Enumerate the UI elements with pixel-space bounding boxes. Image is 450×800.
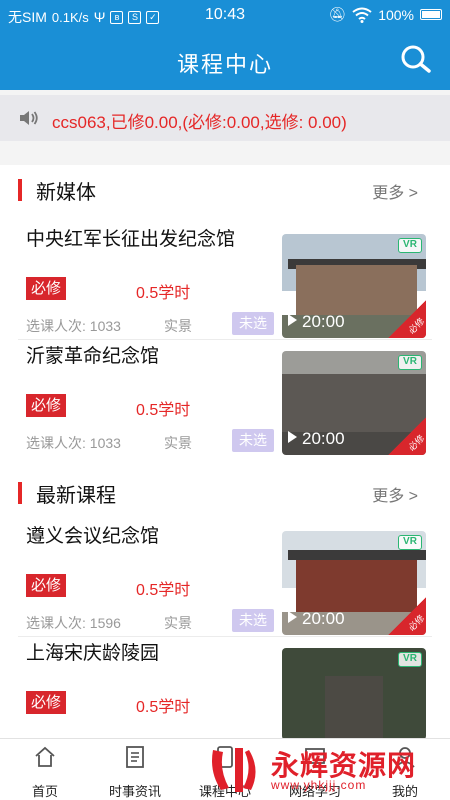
watermark-logo <box>212 748 256 792</box>
section-new-media: 新媒体 更多 > 中央红军长征出发纪念馆 必修 0.5学时 选课人次: 1033… <box>0 165 450 465</box>
select-state-button[interactable]: 未选 <box>232 609 274 632</box>
thumb-building <box>325 675 383 740</box>
course-title: 上海宋庆龄陵园 <box>26 643 160 664</box>
required-badge: 必修 <box>26 691 66 714</box>
credit-hours: 0.5学时 <box>136 402 191 419</box>
course-thumbnail[interactable]: VR 20:00 必修 <box>282 531 426 635</box>
more-link[interactable]: 更多 > <box>372 482 418 506</box>
course-item[interactable]: 上海宋庆龄陵园 必修 0.5学时 VR <box>0 634 450 752</box>
play-icon <box>288 431 297 443</box>
play-icon <box>288 611 297 623</box>
wifi-icon <box>352 7 372 23</box>
vr-icon: VR <box>398 652 422 667</box>
notice-text: ccs063,已修0.00,(必修:0.00,选修: 0.00) <box>52 113 347 132</box>
video-duration: 20:00 <box>302 429 345 448</box>
course-type: 实景 <box>164 318 192 334</box>
vr-icon: VR <box>398 238 422 253</box>
enrollment-count: 选课人次: 1033 <box>26 435 121 451</box>
corner-label: 必修 <box>406 315 426 336</box>
notice-bar: ccs063,已修0.00,(必修:0.00,选修: 0.00) <box>0 95 450 141</box>
course-title: 中央红军长征出发纪念馆 <box>26 229 236 250</box>
course-thumbnail[interactable]: VR 20:00 必修 <box>282 351 426 455</box>
required-badge: 必修 <box>26 394 66 417</box>
video-duration: 20:00 <box>302 609 345 628</box>
course-item[interactable]: 遵义会议纪念馆 必修 0.5学时 选课人次: 1596 实景 未选 VR 20:… <box>0 517 450 637</box>
corner-label: 必修 <box>406 612 426 633</box>
thumb-roof <box>287 549 426 561</box>
enrollment-count: 选课人次: 1033 <box>26 318 121 334</box>
mute-icon: 🔕︎ <box>328 6 347 22</box>
required-badge: 必修 <box>26 574 66 597</box>
section-marker <box>18 482 22 504</box>
corner-ribbon: 必修 <box>388 597 426 635</box>
section-latest-courses: 最新课程 更多 > 遵义会议纪念馆 必修 0.5学时 选课人次: 1596 实景… <box>0 462 450 740</box>
home-icon <box>35 746 55 767</box>
course-type: 实景 <box>164 615 192 631</box>
course-item[interactable]: 中央红军长征出发纪念馆 必修 0.5学时 选课人次: 1033 实景 未选 VR… <box>0 220 450 340</box>
section-header: 最新课程 更多 > <box>0 468 450 512</box>
vr-icon: VR <box>398 355 422 370</box>
search-icon[interactable] <box>398 44 432 74</box>
corner-ribbon: 必修 <box>388 300 426 338</box>
tab-label: 时事资讯 <box>108 784 161 799</box>
course-title: 遵义会议纪念馆 <box>26 526 160 547</box>
tab-news[interactable]: 时事资讯 <box>90 739 180 800</box>
credit-hours: 0.5学时 <box>136 699 191 716</box>
tab-home[interactable]: 首页 <box>0 739 90 800</box>
video-duration: 20:00 <box>302 312 345 331</box>
battery-percent: 100% <box>378 6 414 23</box>
required-badge: 必修 <box>26 277 66 300</box>
course-title: 沂蒙革命纪念馆 <box>26 346 160 367</box>
corner-ribbon: 必修 <box>388 417 426 455</box>
course-thumbnail[interactable]: VR 20:00 必修 <box>282 234 426 338</box>
vr-icon: VR <box>398 535 422 550</box>
enrollment-count: 选课人次: 1596 <box>26 615 121 631</box>
select-state-button[interactable]: 未选 <box>232 429 274 452</box>
nav-bar: 课程中心 <box>0 30 450 90</box>
credit-hours: 0.5学时 <box>136 582 191 599</box>
select-state-button[interactable]: 未选 <box>232 312 274 335</box>
watermark: 永辉资源网 www.yhkjjj.com <box>205 740 450 800</box>
credit-hours: 0.5学时 <box>136 285 191 302</box>
course-item[interactable]: 沂蒙革命纪念馆 必修 0.5学时 选课人次: 1033 实景 未选 VR 20:… <box>0 337 450 455</box>
section-title: 新媒体 <box>36 182 96 204</box>
section-header: 新媒体 更多 > <box>0 165 450 209</box>
play-icon <box>288 314 297 326</box>
corner-label: 必修 <box>406 432 426 453</box>
section-marker <box>18 179 22 201</box>
page-title: 课程中心 <box>176 52 273 77</box>
course-thumbnail[interactable]: VR <box>282 648 426 740</box>
course-type: 实景 <box>164 435 192 451</box>
watermark-url: www.yhkjjj.com <box>271 778 367 792</box>
battery-icon <box>420 9 442 20</box>
section-title: 最新课程 <box>36 485 116 507</box>
status-bar: 无SIM 0.1K/s Ψ ʙ S ✓ 10:43 🔕︎ 100% <box>0 0 450 30</box>
tab-label: 首页 <box>31 784 58 799</box>
news-icon <box>126 746 144 768</box>
speaker-icon <box>20 111 38 125</box>
status-right: 🔕︎ 100% <box>328 6 442 23</box>
more-link[interactable]: 更多 > <box>372 179 418 203</box>
